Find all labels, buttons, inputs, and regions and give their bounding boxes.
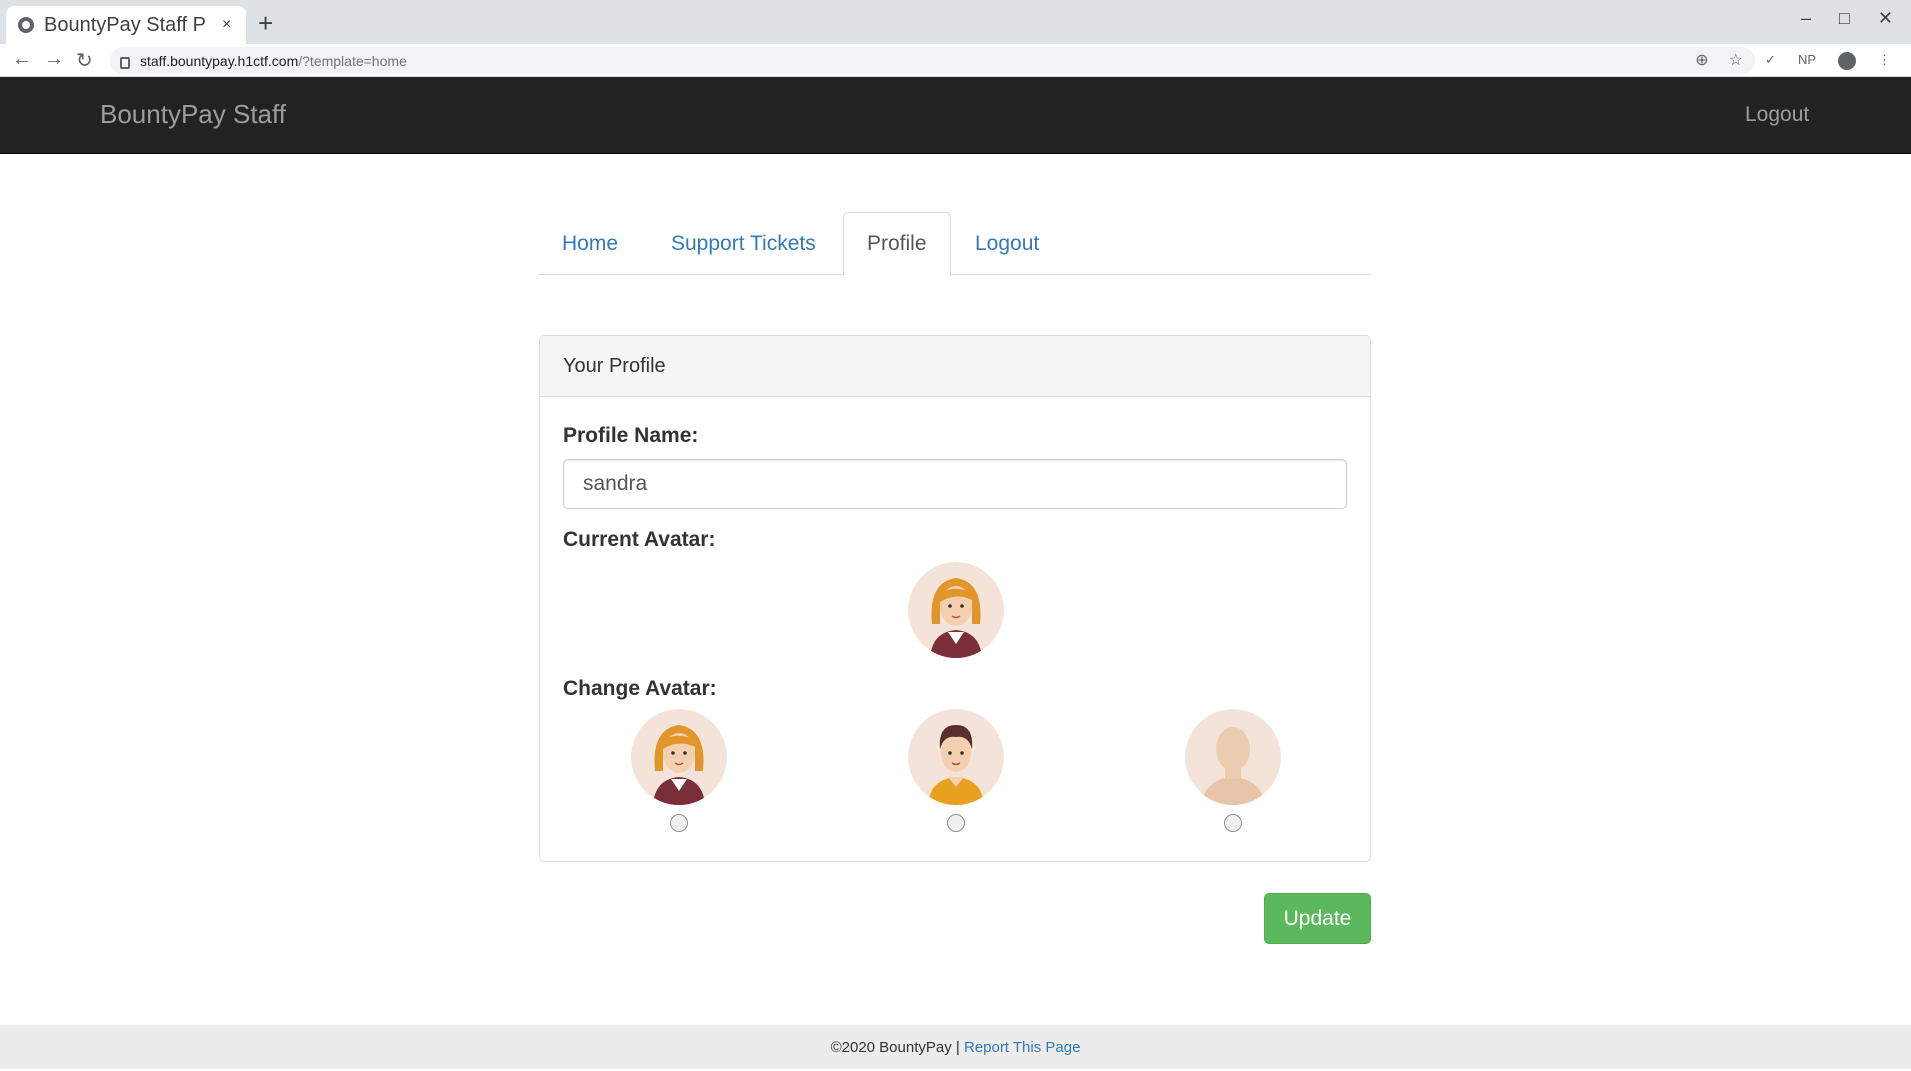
report-page-link[interactable]: Report This Page xyxy=(964,1039,1080,1056)
profile-icon[interactable] xyxy=(1838,52,1856,70)
current-avatar-image xyxy=(908,562,1004,658)
browser-tab[interactable]: BountyPay Staff P × xyxy=(6,6,246,44)
current-avatar-label: Current Avatar: xyxy=(563,528,716,551)
np-extension-icon[interactable]: NP xyxy=(1798,52,1816,70)
zoom-icon[interactable]: ⊕ xyxy=(1695,50,1708,70)
bookmark-star-icon[interactable]: ☆ xyxy=(1729,50,1743,70)
tab-home[interactable]: Home xyxy=(539,212,641,275)
avatar-radio-blank[interactable] xyxy=(1224,814,1242,832)
tab-profile[interactable]: Profile xyxy=(843,212,951,276)
menu-icon[interactable]: ⋮ xyxy=(1878,52,1891,70)
extension-icon[interactable]: ✓ xyxy=(1765,52,1776,70)
forward-icon[interactable]: → xyxy=(44,48,64,71)
avatar-radio-female[interactable] xyxy=(670,814,688,832)
panel-title: Your Profile xyxy=(540,336,1370,397)
browser-tab-title: BountyPay Staff P xyxy=(44,13,206,36)
profile-name-label: Profile Name: xyxy=(563,424,699,447)
tab-logout[interactable]: Logout xyxy=(952,212,1062,275)
window-controls: – □ ✕ xyxy=(1801,8,1893,29)
address-bar[interactable]: staff.bountypay.h1ctf.com/?template=home… xyxy=(110,47,1755,74)
browser-tab-strip: BountyPay Staff P × + – □ ✕ xyxy=(0,0,1911,44)
avatar-radio-male[interactable] xyxy=(947,814,965,832)
tab-support-tickets[interactable]: Support Tickets xyxy=(648,212,839,275)
update-button[interactable]: Update xyxy=(1264,893,1371,944)
profile-panel: Your Profile Profile Name: Current Avata… xyxy=(539,335,1371,862)
avatar-option-female[interactable] xyxy=(631,709,727,805)
browser-toolbar: ← → ↻ staff.bountypay.h1ctf.com/?templat… xyxy=(0,44,1911,77)
brand-title[interactable]: BountyPay Staff xyxy=(100,99,286,130)
site-navbar: BountyPay Staff Logout xyxy=(0,77,1911,154)
url-text: staff.bountypay.h1ctf.com/?template=home xyxy=(140,53,407,69)
minimize-icon[interactable]: – xyxy=(1801,8,1811,29)
new-tab-icon[interactable]: + xyxy=(258,8,273,39)
globe-icon xyxy=(18,17,34,33)
footer-copyright: ©2020 BountyPay | xyxy=(830,1039,960,1056)
reload-icon[interactable]: ↻ xyxy=(76,48,93,73)
navbar-logout-link[interactable]: Logout xyxy=(1745,103,1809,127)
close-window-icon[interactable]: ✕ xyxy=(1878,8,1893,29)
profile-name-input[interactable] xyxy=(563,459,1347,509)
avatar-option-male[interactable] xyxy=(908,709,1004,805)
url-path: /?template=home xyxy=(298,52,407,69)
maximize-icon[interactable]: □ xyxy=(1839,8,1850,29)
change-avatar-label: Change Avatar: xyxy=(563,677,717,700)
back-icon[interactable]: ← xyxy=(12,48,32,71)
avatar-option-blank[interactable] xyxy=(1185,709,1281,805)
tab-close-icon[interactable]: × xyxy=(222,16,231,34)
page-tabs: Home Support Tickets Profile Logout xyxy=(539,212,1371,276)
footer: ©2020 BountyPay | Report This Page xyxy=(0,1025,1911,1069)
extension-icons: ✓ NP ⋮ xyxy=(1765,52,1891,70)
url-host: staff.bountypay.h1ctf.com xyxy=(140,52,299,69)
lock-icon xyxy=(120,56,130,69)
omnibox-actions: ⊕ ☆ xyxy=(1695,50,1743,70)
